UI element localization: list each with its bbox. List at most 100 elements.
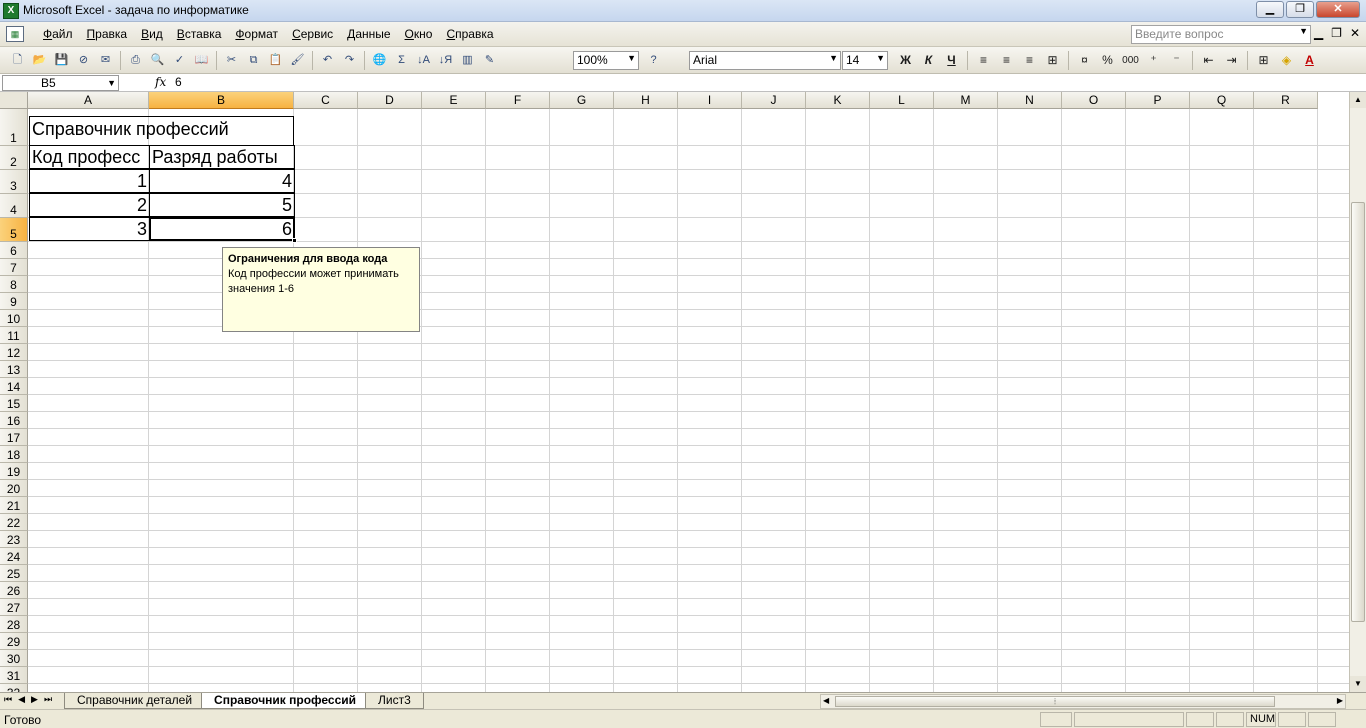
column-header-m[interactable]: M (934, 92, 998, 109)
column-header-f[interactable]: F (486, 92, 550, 109)
scroll-down-icon[interactable]: ▼ (1350, 676, 1366, 692)
cell-a5[interactable]: 3 (29, 217, 150, 241)
menu-file[interactable]: Файл (36, 27, 80, 41)
first-sheet-icon[interactable]: ⏮ (4, 694, 12, 705)
chevron-down-icon[interactable]: ▼ (876, 53, 885, 63)
last-sheet-icon[interactable]: ⏭ (44, 694, 52, 705)
row-header-32[interactable]: 32 (0, 684, 28, 692)
sheet-tab-sheet3[interactable]: Лист3 (365, 693, 424, 709)
row-header-26[interactable]: 26 (0, 582, 28, 599)
column-header-k[interactable]: K (806, 92, 870, 109)
menu-tools[interactable]: Сервис (285, 27, 340, 41)
row-header-13[interactable]: 13 (0, 361, 28, 378)
row-header-19[interactable]: 19 (0, 463, 28, 480)
cell-a3[interactable]: 1 (29, 169, 150, 193)
row-header-30[interactable]: 30 (0, 650, 28, 667)
row-header-21[interactable]: 21 (0, 497, 28, 514)
column-header-b[interactable]: B (149, 92, 294, 109)
increase-decimal-icon[interactable]: ⁺ (1144, 51, 1163, 70)
borders-icon[interactable]: ⊞ (1254, 51, 1273, 70)
close-button[interactable]: ✕ (1316, 1, 1360, 18)
merge-center-icon[interactable]: ⊞ (1043, 51, 1062, 70)
cell-b2[interactable]: Разряд работы (149, 145, 295, 169)
cell-b4[interactable]: 5 (149, 193, 295, 217)
print-preview-icon[interactable]: 🔍 (148, 51, 167, 70)
italic-button[interactable]: К (919, 51, 938, 70)
copy-icon[interactable]: ⧉ (244, 51, 263, 70)
workbook-icon[interactable]: ▦ (6, 26, 24, 42)
cell-a4[interactable]: 2 (29, 193, 150, 217)
percent-button[interactable]: % (1098, 51, 1117, 70)
help-search-input[interactable]: Введите вопрос ▼ (1131, 25, 1311, 44)
fill-handle[interactable] (292, 238, 297, 243)
column-header-e[interactable]: E (422, 92, 486, 109)
column-header-d[interactable]: D (358, 92, 422, 109)
currency-icon[interactable]: ¤ (1075, 51, 1094, 70)
row-header-28[interactable]: 28 (0, 616, 28, 633)
align-left-icon[interactable]: ≡ (974, 51, 993, 70)
row-header-7[interactable]: 7 (0, 259, 28, 276)
function-icon[interactable]: fx (155, 75, 166, 89)
column-header-g[interactable]: G (550, 92, 614, 109)
email-icon[interactable]: ✉ (96, 51, 115, 70)
column-header-r[interactable]: R (1254, 92, 1318, 109)
autosum-icon[interactable]: Σ (392, 51, 411, 70)
row-header-8[interactable]: 8 (0, 276, 28, 293)
research-icon[interactable]: 📖 (192, 51, 211, 70)
decrease-indent-icon[interactable]: ⇤ (1199, 51, 1218, 70)
row-header-16[interactable]: 16 (0, 412, 28, 429)
undo-icon[interactable]: ↶ (318, 51, 337, 70)
sort-descending-icon[interactable]: ↓Я (436, 51, 455, 70)
row-header-6[interactable]: 6 (0, 242, 28, 259)
chart-wizard-icon[interactable]: ▥ (458, 51, 477, 70)
row-header-25[interactable]: 25 (0, 565, 28, 582)
chevron-down-icon[interactable]: ▼ (829, 53, 838, 63)
chevron-down-icon[interactable]: ▼ (1299, 26, 1308, 36)
column-header-c[interactable]: C (294, 92, 358, 109)
select-all-corner[interactable] (0, 92, 28, 109)
scroll-right-icon[interactable]: ▶ (1337, 696, 1343, 705)
sheet-tab-details[interactable]: Справочник деталей (64, 693, 206, 709)
underline-button[interactable]: Ч (942, 51, 961, 70)
align-right-icon[interactable]: ≡ (1020, 51, 1039, 70)
row-header-20[interactable]: 20 (0, 480, 28, 497)
column-header-o[interactable]: O (1062, 92, 1126, 109)
row-header-12[interactable]: 12 (0, 344, 28, 361)
thousands-separator-button[interactable]: 000 (1121, 51, 1140, 70)
sheet-tab-professions[interactable]: Справочник профессий (201, 693, 369, 709)
scroll-up-icon[interactable]: ▲ (1350, 92, 1366, 108)
decrease-decimal-icon[interactable]: ⁻ (1167, 51, 1186, 70)
column-header-j[interactable]: J (742, 92, 806, 109)
formula-input[interactable]: 6 (175, 75, 182, 89)
column-header-n[interactable]: N (998, 92, 1062, 109)
doc-minimize-icon[interactable]: ▁ (1314, 26, 1323, 40)
redo-icon[interactable]: ↷ (340, 51, 359, 70)
next-sheet-icon[interactable]: ▶ (31, 694, 38, 705)
vertical-scroll-thumb[interactable] (1351, 202, 1365, 622)
column-header-l[interactable]: L (870, 92, 934, 109)
row-header-2[interactable]: 2 (0, 146, 28, 170)
row-header-17[interactable]: 17 (0, 429, 28, 446)
menu-window[interactable]: Окно (398, 27, 440, 41)
chevron-down-icon[interactable]: ▼ (627, 53, 636, 63)
column-header-q[interactable]: Q (1190, 92, 1254, 109)
doc-close-icon[interactable]: ✕ (1350, 26, 1360, 40)
menu-edit[interactable]: Правка (80, 27, 135, 41)
row-header-1[interactable]: 1 (0, 109, 28, 146)
cell-b3[interactable]: 4 (149, 169, 295, 193)
font-select[interactable]: Arial ▼ (689, 51, 841, 70)
vertical-scrollbar[interactable]: ▲ ▼ (1349, 92, 1366, 692)
chevron-down-icon[interactable]: ▼ (107, 76, 116, 90)
prev-sheet-icon[interactable]: ◀ (18, 694, 25, 705)
column-header-i[interactable]: I (678, 92, 742, 109)
minimize-button[interactable]: ▁ (1256, 1, 1284, 18)
row-header-18[interactable]: 18 (0, 446, 28, 463)
spelling-icon[interactable]: ✓ (170, 51, 189, 70)
increase-indent-icon[interactable]: ⇥ (1222, 51, 1241, 70)
row-header-5[interactable]: 5 (0, 218, 28, 242)
menu-insert[interactable]: Вставка (170, 27, 229, 41)
column-header-a[interactable]: A (28, 92, 149, 109)
new-document-icon[interactable]: 🗋 (8, 51, 27, 70)
cut-icon[interactable]: ✂ (222, 51, 241, 70)
print-icon[interactable]: ⎙ (126, 51, 145, 70)
